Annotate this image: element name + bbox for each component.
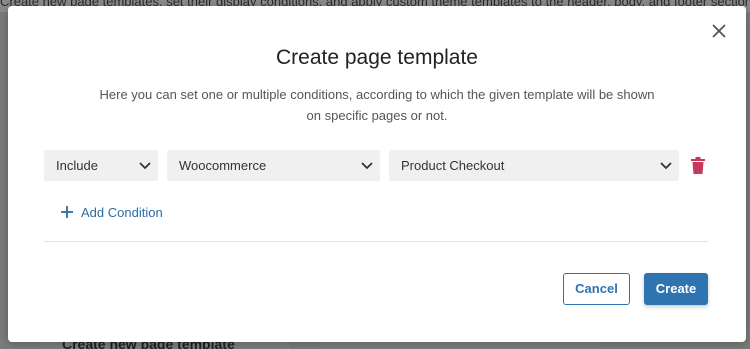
condition-type-value: Include	[56, 158, 98, 173]
plus-icon	[61, 206, 73, 218]
modal-description: Here you can set one or multiple conditi…	[99, 87, 655, 123]
divider	[44, 241, 708, 242]
condition-page-value: Product Checkout	[401, 158, 505, 173]
close-button[interactable]	[710, 22, 728, 40]
trash-icon	[691, 157, 705, 174]
chevron-down-icon	[139, 162, 151, 170]
add-condition-button[interactable]: Add Condition	[60, 203, 163, 221]
condition-page-select[interactable]: Product Checkout	[389, 150, 679, 181]
close-icon	[712, 24, 726, 38]
add-condition-label: Add Condition	[81, 204, 163, 220]
condition-category-value: Woocommerce	[179, 158, 267, 173]
delete-condition-button[interactable]	[691, 157, 705, 174]
chevron-down-icon	[361, 162, 373, 170]
condition-type-select[interactable]: Include	[44, 150, 158, 181]
create-button[interactable]: Create	[644, 273, 708, 305]
cancel-button[interactable]: Cancel	[563, 273, 630, 305]
condition-category-select[interactable]: Woocommerce	[167, 150, 380, 181]
chevron-down-icon	[660, 162, 672, 170]
create-template-modal: Create page template Here you can set on…	[8, 6, 746, 342]
modal-title: Create page template	[276, 46, 478, 69]
